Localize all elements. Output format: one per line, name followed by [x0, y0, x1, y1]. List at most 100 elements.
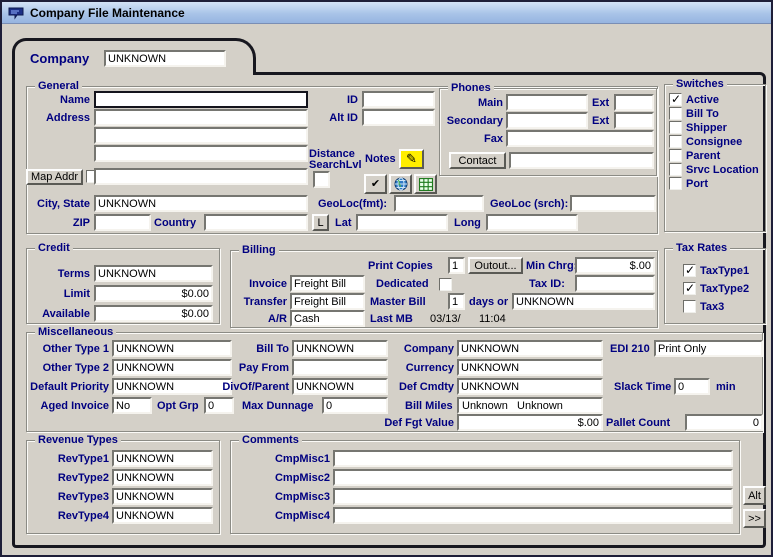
revtype1-input[interactable] [112, 450, 213, 467]
geoloc-fmt-input[interactable] [394, 195, 484, 212]
name-input[interactable] [94, 91, 308, 108]
divof-parent-input[interactable] [292, 378, 388, 395]
dedicated-checkbox[interactable] [439, 278, 452, 291]
alt-id-input[interactable] [362, 109, 435, 126]
limit-input[interactable] [94, 285, 213, 302]
edi-210-input[interactable] [654, 340, 763, 357]
alt-button[interactable]: Alt [743, 486, 766, 505]
address-input-3[interactable] [94, 145, 308, 162]
long-input[interactable] [486, 214, 578, 231]
cmpmisc3-label: CmpMisc3 [257, 491, 330, 503]
zip-input[interactable] [94, 214, 151, 231]
cmpmisc4-input[interactable] [333, 507, 733, 524]
terms-input[interactable] [94, 265, 213, 282]
zip-label: ZIP [42, 217, 90, 229]
output-button[interactable]: Outout... [468, 257, 523, 274]
misc-bill-to-input[interactable] [292, 340, 388, 357]
taxtype2-checkbox[interactable] [683, 282, 696, 295]
cmpmisc2-input[interactable] [333, 469, 733, 486]
pallet-count-input[interactable] [685, 414, 763, 431]
transfer-input[interactable] [290, 293, 365, 310]
map-globe-button[interactable] [389, 174, 412, 194]
phone-secondary-input[interactable] [506, 112, 588, 129]
fax-input[interactable] [506, 130, 654, 147]
currency-input[interactable] [457, 359, 603, 376]
revtype3-input[interactable] [112, 488, 213, 505]
title-bar[interactable]: Company File Maintenance [2, 2, 771, 24]
country-input[interactable] [204, 214, 308, 231]
revtype2-input[interactable] [112, 469, 213, 486]
locate-button[interactable]: L [312, 214, 329, 231]
switch-active-checkbox[interactable] [669, 93, 682, 106]
switch-shipper-checkbox[interactable] [669, 121, 682, 134]
company-input[interactable] [104, 50, 226, 67]
switch-parent-checkbox[interactable] [669, 149, 682, 162]
default-priority-input[interactable] [112, 378, 232, 395]
contact-button[interactable]: Contact [449, 152, 506, 169]
switch-srvc-location-checkbox[interactable] [669, 163, 682, 176]
revtype3-label: RevType3 [32, 491, 109, 503]
phone-main-input[interactable] [506, 94, 588, 111]
switch-active-label: Active [686, 94, 719, 106]
geoloc-srch-input[interactable] [570, 195, 656, 212]
slack-time-input[interactable] [674, 378, 710, 395]
contact-input[interactable] [509, 152, 654, 169]
cmpmisc1-input[interactable] [333, 450, 733, 467]
taxtype2-label: TaxType2 [700, 283, 749, 295]
id-input[interactable] [362, 91, 435, 108]
other-type-2-label: Other Type 2 [32, 362, 109, 374]
address-input-2[interactable] [94, 127, 308, 144]
transfer-label: Transfer [235, 296, 287, 308]
other-type-2-input[interactable] [112, 359, 232, 376]
misc-bill-to-label: Bill To [242, 343, 289, 355]
geoloc-srch-label: GeoLoc (srch): [490, 198, 568, 210]
invoice-input[interactable] [290, 275, 365, 292]
lat-input[interactable] [356, 214, 448, 231]
opt-grp-input[interactable] [204, 397, 234, 414]
tax-id-input[interactable] [575, 275, 655, 292]
switch-bill-to-checkbox[interactable] [669, 107, 682, 120]
master-bill-input[interactable] [448, 293, 465, 310]
miscellaneous-legend: Miscellaneous [35, 326, 116, 338]
notes-button[interactable]: ✎ [399, 149, 424, 169]
aged-invoice-label: Aged Invoice [32, 400, 109, 412]
def-fgt-value-input[interactable] [457, 414, 603, 431]
ar-input[interactable] [290, 310, 365, 327]
fax-label: Fax [457, 133, 503, 145]
company-file-maintenance-window: Company File Maintenance Company General… [0, 0, 773, 557]
last-mb-label: Last MB [370, 313, 413, 325]
address-input-4[interactable] [94, 168, 308, 185]
revtype4-input[interactable] [112, 507, 213, 524]
grid-button[interactable] [414, 174, 437, 194]
aged-invoice-input[interactable] [112, 397, 152, 414]
misc-company-input[interactable] [457, 340, 603, 357]
phone-main-label: Main [457, 97, 503, 109]
available-input[interactable] [94, 305, 213, 322]
min-chrg-input[interactable] [575, 257, 655, 274]
phone-main-ext-input[interactable] [614, 94, 654, 111]
credit-legend: Credit [35, 242, 73, 254]
general-legend: General [35, 80, 82, 92]
print-copies-input[interactable] [448, 257, 465, 274]
more-button[interactable]: >> [743, 509, 766, 528]
address-input-1[interactable] [94, 109, 308, 126]
ar-label: A/R [253, 313, 287, 325]
days-or-input[interactable] [512, 293, 655, 310]
cmpmisc3-input[interactable] [333, 488, 733, 505]
max-dunnage-input[interactable] [322, 397, 388, 414]
taxtype1-label: TaxType1 [700, 265, 749, 277]
other-type-1-input[interactable] [112, 340, 232, 357]
taxtype1-checkbox[interactable] [683, 264, 696, 277]
master-bill-label: Master Bill [370, 296, 426, 308]
def-cmdty-input[interactable] [457, 378, 603, 395]
switch-consignee-checkbox[interactable] [669, 135, 682, 148]
map-addr-button[interactable]: Map Addr [26, 169, 83, 185]
tax3-checkbox[interactable] [683, 300, 696, 313]
pay-from-input[interactable] [292, 359, 388, 376]
city-state-input[interactable] [94, 195, 308, 212]
confirm-button[interactable]: ✔ [364, 174, 387, 194]
switch-port-checkbox[interactable] [669, 177, 682, 190]
distance-searchlvl-input[interactable] [313, 171, 330, 188]
phone-secondary-ext-input[interactable] [614, 112, 654, 129]
phone-secondary-label: Secondary [445, 115, 503, 127]
